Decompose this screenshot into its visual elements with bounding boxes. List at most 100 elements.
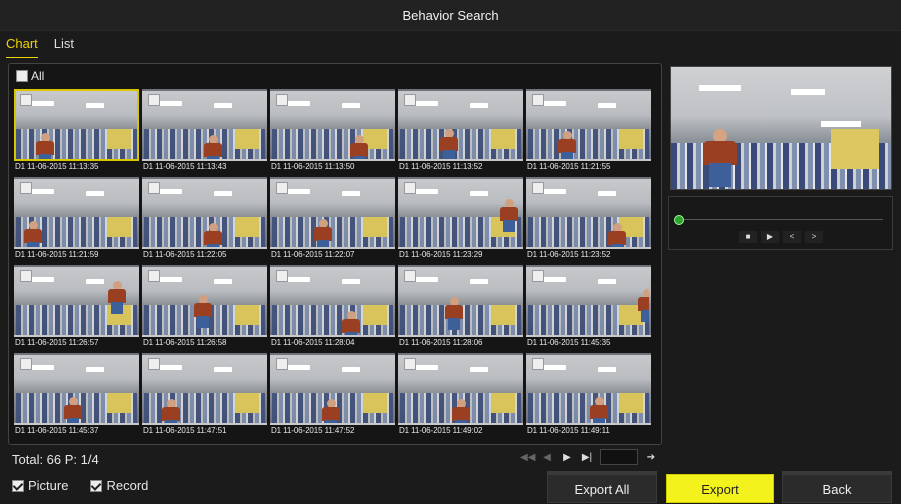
last-page-icon[interactable]: ▶|	[580, 452, 594, 463]
result-thumbnail[interactable]: D1 11-06-2015 11:45:35	[526, 265, 651, 353]
snapshot-image[interactable]	[526, 353, 651, 425]
snapshot-image[interactable]	[398, 177, 523, 249]
thumbnail-checkbox[interactable]	[532, 358, 544, 370]
result-thumbnail[interactable]: D1 11-06-2015 11:13:35	[14, 89, 139, 177]
record-option[interactable]: Record	[90, 478, 148, 493]
snapshot-image[interactable]	[142, 89, 267, 161]
thumbnail-checkbox[interactable]	[20, 358, 32, 370]
first-page-icon[interactable]: ◀◀	[520, 452, 535, 463]
snapshot-image[interactable]	[270, 265, 395, 337]
thumbnail-checkbox[interactable]	[404, 358, 416, 370]
snapshot-image[interactable]	[14, 89, 139, 161]
person-figure	[590, 397, 608, 423]
snapshot-image[interactable]	[142, 177, 267, 249]
thumbnail-checkbox[interactable]	[532, 94, 544, 106]
next-icon[interactable]: >	[805, 231, 823, 243]
result-thumbnail[interactable]: D1 11-06-2015 11:47:52	[270, 353, 395, 441]
result-thumbnail[interactable]: D1 11-06-2015 11:49:11	[526, 353, 651, 441]
thumbnail-checkbox[interactable]	[276, 270, 288, 282]
result-thumbnail[interactable]: D1 11-06-2015 11:26:57	[14, 265, 139, 353]
result-thumbnail[interactable]: D1 11-06-2015 11:23:52	[526, 177, 651, 265]
store-sign	[235, 217, 259, 237]
thumbnail-checkbox[interactable]	[148, 358, 160, 370]
snapshot-image[interactable]	[398, 265, 523, 337]
record-checkbox[interactable]	[90, 479, 103, 492]
snapshot-image[interactable]	[142, 265, 267, 337]
back-button[interactable]: Back	[782, 474, 892, 503]
result-thumbnail[interactable]: D1 11-06-2015 11:13:50	[270, 89, 395, 177]
result-thumbnail[interactable]: D1 11-06-2015 11:23:29	[398, 177, 523, 265]
snapshot-image[interactable]	[142, 353, 267, 425]
snapshot-image[interactable]	[14, 177, 139, 249]
result-thumbnail[interactable]: D1 11-06-2015 11:45:37	[14, 353, 139, 441]
thumbnail-checkbox[interactable]	[20, 270, 32, 282]
previous-icon[interactable]: <	[783, 231, 801, 243]
thumbnail-checkbox[interactable]	[20, 94, 32, 106]
result-thumbnail[interactable]: D1 11-06-2015 11:28:04	[270, 265, 395, 353]
progress-knob[interactable]	[674, 215, 684, 225]
thumbnail-checkbox[interactable]	[532, 182, 544, 194]
select-all-checkbox[interactable]	[16, 70, 28, 82]
ceiling-light	[542, 189, 566, 194]
tab-list[interactable]: List	[54, 36, 74, 58]
progress-track[interactable]	[677, 219, 883, 220]
result-thumbnail[interactable]: D1 11-06-2015 11:21:55	[526, 89, 651, 177]
go-page-icon[interactable]: ➔	[644, 452, 658, 463]
thumbnail-checkbox[interactable]	[20, 182, 32, 194]
select-all[interactable]: All	[16, 69, 44, 83]
thumbnail-checkbox[interactable]	[148, 270, 160, 282]
snapshot-image[interactable]	[14, 265, 139, 337]
store-sign	[107, 129, 131, 149]
person-figure	[322, 399, 340, 423]
picture-checkbox[interactable]	[12, 479, 24, 492]
snapshot-image[interactable]	[526, 265, 651, 337]
result-thumbnail[interactable]: D1 11-06-2015 11:28:06	[398, 265, 523, 353]
thumbnail-checkbox[interactable]	[404, 270, 416, 282]
thumbnail-checkbox[interactable]	[532, 270, 544, 282]
result-thumbnail[interactable]: D1 11-06-2015 11:26:58	[142, 265, 267, 353]
picture-option[interactable]: Picture	[12, 478, 68, 493]
result-thumbnail[interactable]: D1 11-06-2015 11:13:52	[398, 89, 523, 177]
play-icon[interactable]: ▶	[761, 231, 779, 243]
snapshot-image[interactable]	[270, 89, 395, 161]
snapshot-image[interactable]	[270, 177, 395, 249]
thumbnail-checkbox[interactable]	[276, 182, 288, 194]
snapshot-image[interactable]	[526, 89, 651, 161]
stop-icon[interactable]: ■	[739, 231, 757, 243]
thumbnail-checkbox[interactable]	[404, 94, 416, 106]
result-thumbnail[interactable]: D1 11-06-2015 11:49:02	[398, 353, 523, 441]
person-figure	[342, 311, 360, 335]
prev-page-icon[interactable]: ◀	[540, 452, 554, 463]
store-sign	[363, 393, 387, 413]
result-thumbnail[interactable]: D1 11-06-2015 11:13:43	[142, 89, 267, 177]
snapshot-image[interactable]	[270, 353, 395, 425]
ceiling-light	[470, 367, 488, 372]
export-all-button[interactable]: Export All	[547, 474, 657, 503]
ceiling-light	[598, 103, 616, 108]
export-button[interactable]: Export	[666, 474, 774, 503]
ceiling-light	[414, 365, 438, 370]
ceiling-light	[598, 367, 616, 372]
result-thumbnail[interactable]: D1 11-06-2015 11:22:07	[270, 177, 395, 265]
ceiling-light	[821, 121, 861, 127]
snapshot-timestamp: D1 11-06-2015 11:47:52	[271, 426, 355, 435]
thumbnail-checkbox[interactable]	[404, 182, 416, 194]
thumbnail-checkbox[interactable]	[148, 94, 160, 106]
person-figure	[500, 199, 518, 232]
ceiling-light	[86, 279, 104, 284]
snapshot-image[interactable]	[398, 89, 523, 161]
tab-chart[interactable]: Chart	[6, 36, 38, 58]
page-number-input[interactable]	[600, 449, 638, 465]
result-thumbnail[interactable]: D1 11-06-2015 11:22:05	[142, 177, 267, 265]
snapshot-image[interactable]	[14, 353, 139, 425]
export-options: Picture Record	[12, 478, 148, 493]
thumbnail-checkbox[interactable]	[148, 182, 160, 194]
snapshot-image[interactable]	[398, 353, 523, 425]
ceiling-light	[791, 89, 825, 95]
thumbnail-checkbox[interactable]	[276, 94, 288, 106]
next-page-icon[interactable]: ▶	[560, 452, 574, 463]
result-thumbnail[interactable]: D1 11-06-2015 11:21:59	[14, 177, 139, 265]
snapshot-image[interactable]	[526, 177, 651, 249]
thumbnail-checkbox[interactable]	[276, 358, 288, 370]
result-thumbnail[interactable]: D1 11-06-2015 11:47:51	[142, 353, 267, 441]
